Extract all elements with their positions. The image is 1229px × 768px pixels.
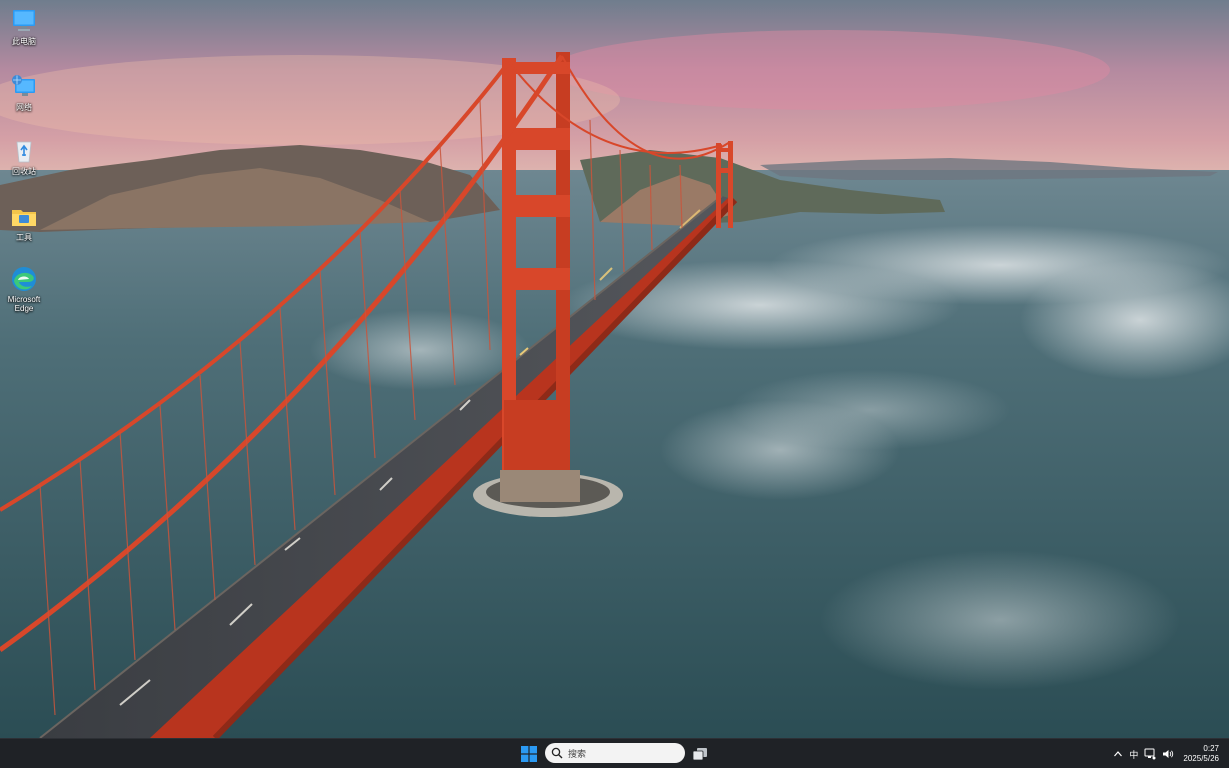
- clock-time: 0:27: [1203, 744, 1219, 753]
- ime-indicator[interactable]: 中: [1129, 744, 1138, 764]
- desktop-icon-label: 工具: [16, 233, 32, 242]
- desktop-icon-label: 回收站: [12, 167, 36, 176]
- task-view-icon: [692, 748, 707, 761]
- desktop-wallpaper: [0, 0, 1229, 738]
- network-icon: [12, 75, 35, 96]
- chevron-up-icon: [1114, 751, 1123, 757]
- start-button[interactable]: [518, 743, 540, 765]
- clock-date: 2025/5/26: [1183, 754, 1219, 763]
- volume-button[interactable]: [1162, 744, 1174, 764]
- search-icon: [551, 747, 563, 759]
- folder-icon: [12, 210, 36, 226]
- windows-logo-icon: [521, 746, 537, 762]
- desktop: 此电脑 网络 回收站 工具 Microsoft Edge 搜索 中 0:27 2…: [0, 0, 1229, 768]
- desktop-icon-network[interactable]: 网络: [0, 72, 48, 112]
- taskbar: 搜索 中 0:27 2025/5/26: [0, 738, 1229, 768]
- system-tray: 中 0:27 2025/5/26: [1110, 739, 1229, 768]
- taskbar-search-box[interactable]: 搜索: [545, 743, 685, 763]
- desktop-icon-edge[interactable]: Microsoft Edge: [0, 264, 48, 313]
- edge-icon: [12, 267, 36, 291]
- desktop-icon-this-pc[interactable]: 此电脑: [0, 6, 48, 46]
- desktop-icon-tools[interactable]: 工具: [0, 202, 48, 242]
- taskbar-clock[interactable]: 0:27 2025/5/26: [1183, 744, 1219, 764]
- desktop-icon-label: 此电脑: [12, 37, 36, 46]
- task-view-button[interactable]: [691, 745, 709, 763]
- recycle-bin-icon: [16, 141, 32, 163]
- desktop-icon-label: Microsoft Edge: [7, 295, 41, 313]
- network-status-button[interactable]: [1144, 744, 1156, 764]
- network-status-icon: [1144, 748, 1156, 760]
- show-hidden-icons-button[interactable]: [1113, 744, 1123, 764]
- this-pc-icon: [13, 10, 35, 31]
- search-placeholder: 搜索: [568, 748, 587, 759]
- desktop-icon-recycle-bin[interactable]: 回收站: [0, 136, 48, 176]
- speaker-icon: [1163, 750, 1174, 758]
- desktop-icon-label: 网络: [16, 103, 32, 112]
